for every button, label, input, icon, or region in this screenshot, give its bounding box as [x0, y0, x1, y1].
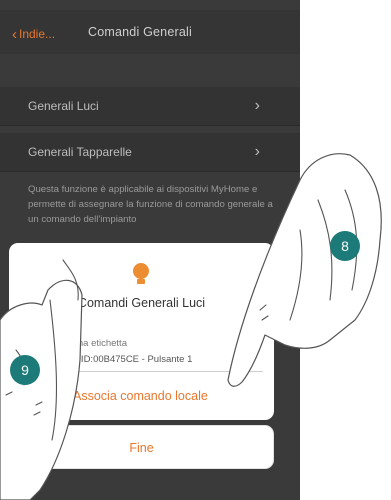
label-field-value[interactable]: 62/2 - ID:00B475CE - Pulsante 1 — [54, 354, 192, 365]
chevron-right-icon: › — [254, 143, 260, 160]
list-item-label: Generali Tapparelle — [28, 145, 132, 159]
step-9-badge: 9 — [10, 355, 40, 385]
done-button-label: Fine — [129, 441, 154, 455]
chevron-right-icon: › — [254, 97, 260, 114]
description-text: Questa funzione è applicabile ai disposi… — [28, 184, 273, 225]
back-label: Indie... — [19, 27, 56, 41]
label-field-caption: Una etichetta — [71, 338, 127, 349]
done-button[interactable]: Fine — [9, 425, 274, 469]
navigation-bar: ‹ Indie... Comandi Generali — [0, 10, 300, 54]
field-underline — [71, 371, 263, 372]
page-title: Comandi Generali — [88, 25, 192, 39]
lightbulb-base — [137, 279, 145, 284]
list-item-label: Generali Luci — [28, 99, 99, 113]
step-8-badge: 8 — [330, 231, 360, 261]
lightbulb-icon — [133, 263, 149, 279]
back-button[interactable]: ‹ Indie... — [12, 25, 56, 43]
associate-local-command-button[interactable]: Associa comando locale — [73, 389, 208, 403]
chevron-left-icon: ‹ — [12, 26, 17, 43]
command-dialog: Comandi Generali Luci Una etichetta 62/2… — [9, 243, 274, 420]
dialog-title: Comandi Generali Luci — [77, 296, 206, 310]
pencil-icon[interactable] — [234, 353, 248, 368]
list-item-generali-tapparelle[interactable]: Generali Tapparelle › — [0, 133, 300, 172]
list-item-generali-luci[interactable]: Generali Luci › — [0, 87, 300, 126]
